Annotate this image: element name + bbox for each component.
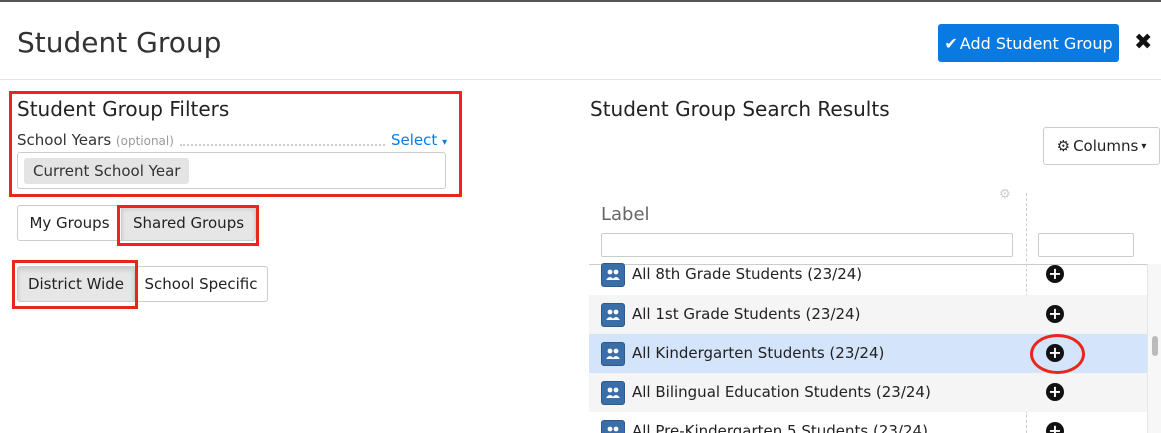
add-student-group-button[interactable]: ✔ Add Student Group (938, 24, 1119, 62)
optional-hint: (optional) (115, 134, 174, 148)
add-button-annotation-circle (1030, 334, 1085, 374)
group-icon (601, 263, 625, 287)
my-groups-button[interactable]: My Groups (17, 205, 122, 241)
scrollbar-thumb[interactable] (1152, 336, 1158, 356)
add-column-filter-input[interactable] (1038, 233, 1134, 257)
group-icon (601, 420, 625, 433)
column-settings-gear-icon[interactable]: ⚙ (999, 186, 1011, 202)
results-title: Student Group Search Results (590, 97, 890, 121)
add-circle-icon[interactable]: + (1046, 265, 1064, 283)
table-row[interactable]: All 1st Grade Students (23/24) + (589, 295, 1147, 334)
add-circle-icon[interactable]: + (1046, 422, 1064, 433)
table-row[interactable]: All Bilingual Education Students (23/24)… (589, 373, 1147, 412)
school-specific-button[interactable]: School Specific (134, 266, 268, 302)
columns-button[interactable]: ⚙ Columns ▾ (1043, 127, 1160, 165)
row-label: All Pre-Kindergarten 5 Students (23/24) (632, 422, 928, 433)
row-label: All 8th Grade Students (23/24) (632, 265, 863, 283)
close-icon[interactable]: ✖ (1134, 30, 1152, 55)
caret-down-icon: ▾ (1141, 140, 1147, 152)
row-label: All Kindergarten Students (23/24) (632, 344, 885, 362)
gear-icon: ⚙ (1056, 137, 1071, 155)
row-label: All 1st Grade Students (23/24) (632, 305, 861, 323)
tag-current-school-year[interactable]: Current School Year (24, 158, 190, 184)
modal-header: Student Group ✔ Add Student Group ✖ (0, 2, 1161, 80)
results-scrollbar[interactable] (1147, 264, 1161, 433)
district-wide-annotation-box (12, 260, 138, 309)
row-label: All Bilingual Education Students (23/24) (632, 383, 931, 401)
shared-groups-annotation-box (117, 205, 259, 246)
table-row[interactable]: All Pre-Kindergarten 5 Students (23/24) … (589, 412, 1147, 433)
school-years-select-link[interactable]: Select ▾ (391, 131, 447, 149)
group-icon (601, 303, 625, 327)
table-row[interactable]: All 8th Grade Students (23/24) + (589, 255, 1147, 294)
select-link-label: Select (391, 131, 438, 149)
school-years-label-text: School Years (17, 131, 112, 149)
student-group-modal: Student Group ✔ Add Student Group ✖ Stud… (0, 0, 1161, 433)
dotted-leader (180, 144, 385, 146)
group-icon (601, 381, 625, 405)
add-circle-icon[interactable]: + (1046, 305, 1064, 323)
add-student-group-label: Add Student Group (959, 33, 1113, 53)
label-filter-input[interactable] (601, 233, 1013, 257)
caret-down-icon: ▾ (442, 137, 448, 148)
label-column-header[interactable]: Label (601, 204, 650, 225)
filters-title: Student Group Filters (17, 97, 230, 121)
school-years-label: School Years (optional) (17, 131, 174, 149)
group-icon (601, 342, 625, 366)
columns-button-label: Columns (1073, 137, 1139, 155)
add-circle-icon[interactable]: + (1046, 383, 1064, 401)
modal-title: Student Group (17, 26, 222, 59)
school-years-input[interactable]: Current School Year (17, 152, 446, 189)
check-icon: ✔ (944, 33, 958, 53)
